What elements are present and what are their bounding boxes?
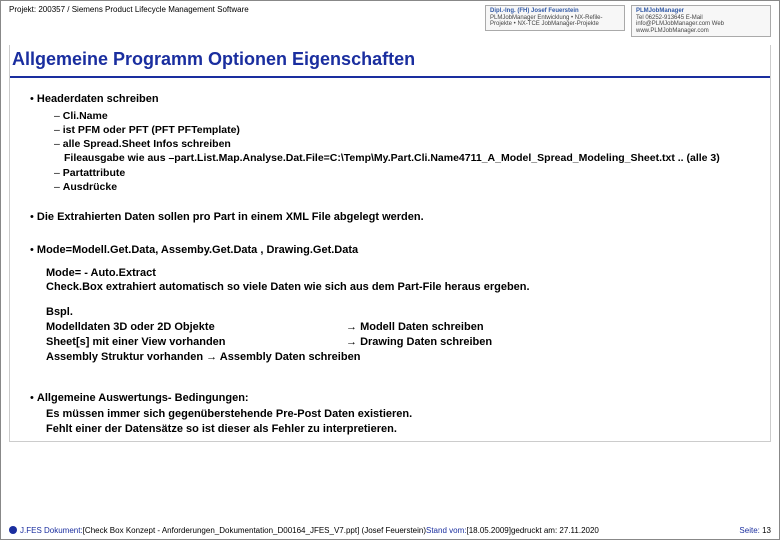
dash-partattribute: Partattribute [54, 166, 756, 180]
example-left: Modelldaten 3D oder 2D Objekte [46, 320, 346, 335]
bullet-mode: Mode=Modell.Get.Data, Assemby.Get.Data ,… [30, 243, 756, 258]
top-bar: Projekt: 200357 / Siemens Product Lifecy… [1, 1, 779, 41]
dash-cliname: Cli.Name [54, 109, 756, 123]
dash-spreadsheet: alle Spread.Sheet Infos schreiben [54, 137, 756, 151]
slide-title: Allgemeine Programm Optionen Eigenschaft… [10, 45, 770, 78]
slide: Projekt: 200357 / Siemens Product Lifecy… [0, 0, 780, 540]
logo-feuerstein: Dipl.-Ing. (FH) Josef Feuerstein PLMJobM… [485, 5, 625, 31]
example-right: Modell Daten schreiben [346, 320, 484, 335]
slide-body: Headerdaten schreiben Cli.Name ist PFM o… [10, 78, 770, 441]
bedingungen-line2: Fehlt einer der Datensätze so ist dieser… [46, 422, 756, 437]
project-line: Projekt: 200357 / Siemens Product Lifecy… [9, 5, 249, 14]
bullet-bedingungen: Allgemeine Auswertungs- Bedingungen: [30, 391, 756, 406]
dash-pfm-pft: ist PFM oder PFT (PFT PFTemplate) [54, 123, 756, 137]
example-row-2: Sheet[s] mit einer View vorhanden Drawin… [46, 335, 756, 350]
footer-stand-label: Stand vom: [426, 526, 466, 535]
footer-page-label: Seite: [739, 526, 759, 535]
dash-spreadsheet-sub: Fileausgabe wie aus –part.List.Map.Analy… [64, 151, 756, 165]
logo-title: Dipl.-Ing. (FH) Josef Feuerstein [490, 8, 620, 15]
footer-stand-value: [18.05.2009] [466, 526, 510, 535]
dash-ausdruecke: Ausdrücke [54, 180, 756, 194]
logo-group: Dipl.-Ing. (FH) Josef Feuerstein PLMJobM… [485, 5, 771, 37]
bullet-xml: Die Extrahierten Daten sollen pro Part i… [30, 210, 756, 225]
mode-autoextract: Mode= - Auto.Extract [46, 266, 756, 281]
footer-printed: gedruckt am: 27.11.2020 [511, 526, 599, 535]
dash-list-2: Partattribute Ausdrücke [54, 166, 756, 194]
example-row-1: Modelldaten 3D oder 2D Objekte Modell Da… [46, 320, 756, 335]
example-right: Drawing Daten schreiben [346, 335, 492, 350]
footer-dot-icon [9, 526, 17, 534]
logo-sub: Tel 06252-913645 E-Mail info@PLMJobManag… [636, 15, 766, 35]
footer: J.FES Dokument: [Check Box Konzept - Anf… [9, 525, 771, 535]
dash-list: Cli.Name ist PFM oder PFT (PFT PFTemplat… [54, 109, 756, 152]
footer-page: Seite: 13 [739, 526, 771, 535]
footer-doc-label: J.FES Dokument: [20, 526, 83, 535]
example-left: Sheet[s] mit einer View vorhanden [46, 335, 346, 350]
example-assembly: Assembly Struktur vorhanden → Assembly D… [46, 350, 756, 365]
checkbox-desc: Check.Box extrahiert automatisch so viel… [46, 280, 756, 295]
bullet-headerdaten: Headerdaten schreiben [30, 92, 756, 107]
logo-plmjobmanager: PLMJobManager Tel 06252-913645 E-Mail in… [631, 5, 771, 37]
bedingungen-line1: Es müssen immer sich gegenüberstehende P… [46, 407, 756, 422]
footer-page-value: 13 [760, 526, 771, 535]
logo-sub: PLMJobManager Entwicklung • NX-Refile-Pr… [490, 15, 620, 28]
title-box: Allgemeine Programm Optionen Eigenschaft… [9, 45, 771, 442]
bspl-label: Bspl. [46, 305, 756, 320]
logo-title: PLMJobManager [636, 8, 766, 15]
footer-doc-name: [Check Box Konzept - Anforderungen_Dokum… [83, 526, 426, 535]
